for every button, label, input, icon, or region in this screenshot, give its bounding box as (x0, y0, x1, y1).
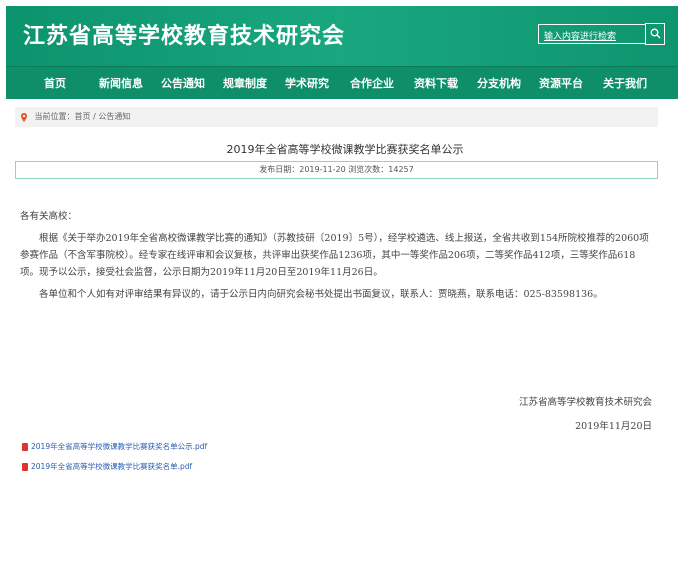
article-meta: 发布日期：2019-11-20 浏览次数：14257 (15, 161, 658, 179)
salutation: 各有关高校： (20, 211, 78, 222)
article-body: 各有关高校： 根据《关于举办2019年全省高校微课教学比赛的通知》（苏教技研〔2… (20, 208, 650, 308)
site-title[interactable]: 江苏省高等学校教育技术研究会 (23, 18, 345, 50)
attachment-link[interactable]: 2019年全省高等学校微课教学比赛获奖名单公示.pdf (22, 441, 207, 452)
nav-item-about[interactable]: 关于我们 (601, 67, 649, 100)
nav-item-regulations[interactable]: 规章制度 (221, 67, 269, 100)
nav-item-resources[interactable]: 资源平台 (537, 67, 585, 100)
signature-date: 2019年11月20日 (575, 421, 652, 432)
search-button[interactable] (645, 23, 665, 45)
search-input[interactable] (538, 24, 646, 44)
body-paragraph: 各单位和个人如有对评审结果有异议的，请于公示日内向研究会秘书处提出书面复议，联系… (39, 289, 603, 300)
nav-item-notices[interactable]: 公告通知 (159, 67, 207, 100)
nav-item-home[interactable]: 首页 (40, 67, 70, 100)
nav-item-partners[interactable]: 合作企业 (348, 67, 396, 100)
location-pin-icon (21, 112, 27, 122)
signature-org: 江苏省高等学校教育技术研究会 (518, 397, 652, 408)
body-paragraph: 根据《关于举办2019年全省高校微课教学比赛的通知》（苏教技研〔2019〕5号）… (20, 233, 649, 278)
main-nav: 首页 新闻信息 公告通知 规章制度 学术研究 合作企业 资料下载 分支机构 资源… (6, 66, 678, 99)
pdf-icon (22, 462, 28, 471)
nav-item-branches[interactable]: 分支机构 (475, 67, 523, 100)
attachment-link[interactable]: 2019年全省高等学校微课教学比赛获奖名单.pdf (22, 461, 192, 472)
breadcrumb: 当前位置：首页 / 公告通知 (15, 107, 658, 127)
article-title: 2019年全省高等学校微课教学比赛获奖名单公示 (226, 143, 464, 156)
nav-item-research[interactable]: 学术研究 (283, 67, 331, 100)
search-icon (650, 28, 660, 39)
nav-item-news[interactable]: 新闻信息 (97, 67, 145, 100)
site-header: 江苏省高等学校教育技术研究会 首页 新闻信息 公告通知 规章制度 学术研究 合作… (6, 6, 678, 99)
header-banner: 江苏省高等学校教育技术研究会 (6, 6, 678, 66)
pdf-icon (22, 442, 28, 451)
nav-item-downloads[interactable]: 资料下载 (412, 67, 460, 100)
breadcrumb-text: 当前位置：首页 / 公告通知 (34, 112, 131, 121)
